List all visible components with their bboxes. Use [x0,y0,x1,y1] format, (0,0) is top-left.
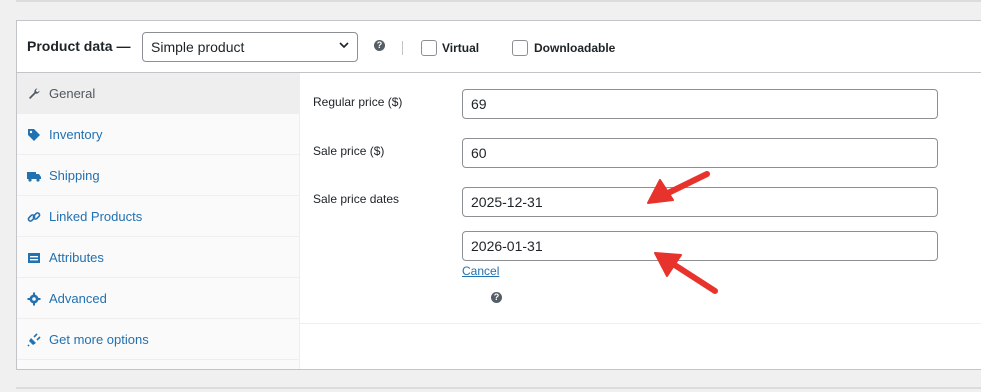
tab-shipping[interactable]: Shipping [17,155,300,196]
tab-label: Shipping [49,168,100,183]
panel-title: Product data — [27,38,131,54]
top-edge [0,0,981,4]
tab-label: Advanced [49,291,107,306]
divider [402,41,403,55]
list-icon [28,253,40,263]
tab-general[interactable]: General [17,73,300,114]
sale-price-input[interactable] [462,138,938,168]
tab-label: General [49,86,96,101]
tab-attributes[interactable]: Attributes [17,237,300,278]
virtual-label: Virtual [442,41,480,55]
plugin-icon [27,333,41,347]
help-icon[interactable]: ? [374,40,385,51]
link-icon [27,212,41,222]
product-data-tabs: General Inventory Shipping Linked Produc… [17,73,300,369]
regular-price-input[interactable] [462,89,938,119]
wrench-icon [29,88,40,99]
chevron-down-icon [339,42,349,49]
panel-header: Product data — Simple product ? Virtual … [17,21,981,73]
tab-label: Get more options [49,332,149,347]
tab-advanced[interactable]: Advanced [17,278,300,319]
gear-icon [27,292,41,306]
tab-label: Linked Products [49,209,143,224]
sale-date-to-input[interactable] [462,231,938,261]
sale-price-label: Sale price ($) [313,144,385,158]
tab-inventory[interactable]: Inventory [17,114,300,155]
tab-get-more-options[interactable]: Get more options [17,319,300,360]
bottom-edge [16,387,981,389]
tab-linked-products[interactable]: Linked Products [17,196,300,237]
product-type-select[interactable]: Simple product [142,32,358,62]
sale-price-dates-label: Sale price dates [313,192,400,206]
cancel-link[interactable]: Cancel [462,264,499,278]
regular-price-label: Regular price ($) [313,95,403,109]
truck-icon [27,172,41,182]
downloadable-checkbox[interactable] [512,40,528,56]
product-data-panel: Product data — Simple product ? Virtual … [16,20,981,370]
sale-date-from-input[interactable] [462,187,938,217]
help-icon[interactable]: ? [491,292,502,303]
product-type-value: Simple product [151,39,245,55]
general-options-panel: Regular price ($) Sale price ($) Sale pr… [300,73,981,324]
tag-icon [28,129,40,141]
tab-label: Attributes [49,250,104,265]
virtual-checkbox[interactable] [421,40,437,56]
tab-label: Inventory [49,127,103,142]
downloadable-label: Downloadable [534,41,616,55]
